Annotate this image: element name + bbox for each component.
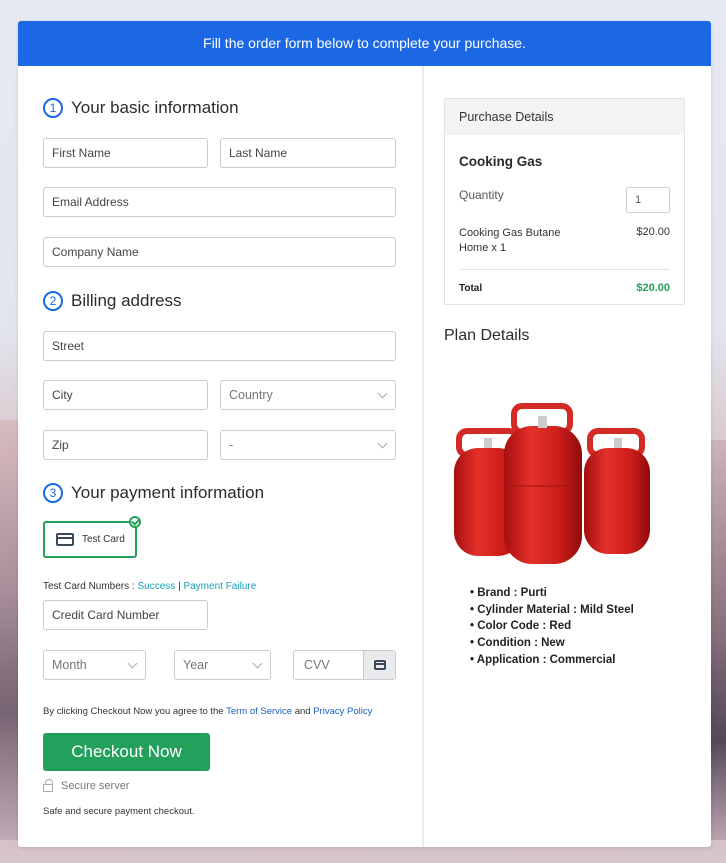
- line-item-name-line1: Cooking Gas Butane: [459, 227, 561, 239]
- total-label: Total: [459, 283, 483, 294]
- purchase-details-panel: Purchase Details Cooking Gas Quantity 1 …: [444, 98, 685, 305]
- step-number-3: 3: [43, 483, 63, 503]
- section-title-text: Your payment information: [71, 483, 265, 502]
- feature-item: Brand : Purti: [470, 585, 634, 602]
- total-value: $20.00: [636, 282, 670, 294]
- success-link[interactable]: Success: [137, 581, 175, 592]
- privacy-policy-link[interactable]: Privacy Policy: [313, 706, 372, 717]
- plan-details-title: Plan Details: [444, 327, 530, 344]
- chevron-down-icon: [252, 658, 263, 669]
- test-card-numbers: Test Card Numbers : Success | Payment Fa…: [43, 581, 256, 592]
- credit-card-icon: [56, 533, 74, 546]
- zip-input[interactable]: Zip: [43, 430, 208, 460]
- gas-cylinders-image: [454, 403, 650, 564]
- month-select[interactable]: Month: [43, 650, 146, 680]
- link-separator: |: [178, 581, 181, 592]
- line-item-price: $20.00: [636, 226, 670, 238]
- step-number-2: 2: [43, 291, 63, 311]
- summary-column: Purchase Details Cooking Gas Quantity 1 …: [424, 66, 711, 847]
- check-circle-icon: [129, 516, 141, 528]
- country-select-value: Country: [229, 388, 273, 402]
- payment-method-test-card[interactable]: Test Card: [43, 516, 141, 558]
- chevron-down-icon: [127, 658, 138, 669]
- line-item-name-line2: Home x 1: [459, 242, 507, 254]
- credit-card-number-input[interactable]: Credit Card Number: [43, 600, 208, 630]
- state-select-value: -: [229, 438, 234, 452]
- state-select[interactable]: -: [220, 430, 396, 460]
- test-card-numbers-label: Test Card Numbers :: [43, 581, 135, 592]
- header-banner: Fill the order form below to complete yo…: [18, 21, 711, 66]
- line-item-name: Cooking Gas Butane Home x 1: [459, 226, 579, 256]
- cvv-input[interactable]: CVV: [293, 650, 396, 680]
- year-select[interactable]: Year: [174, 650, 271, 680]
- first-name-input[interactable]: First Name: [43, 138, 208, 168]
- summary-divider: [459, 269, 670, 270]
- checkout-now-button[interactable]: Checkout Now: [43, 733, 210, 771]
- cvv-card-button[interactable]: [363, 651, 395, 679]
- terms-agreement: By clicking Checkout Now you agree to th…: [43, 706, 372, 717]
- year-select-value: Year: [183, 658, 209, 672]
- street-input[interactable]: Street: [43, 331, 396, 361]
- cylinder-right: [584, 428, 650, 554]
- cvv-placeholder: CVV: [304, 658, 330, 672]
- quantity-input[interactable]: 1: [626, 187, 670, 213]
- section-billing-title: 2 Billing address: [43, 291, 182, 311]
- feature-item: Cylinder Material : Mild Steel: [470, 602, 634, 619]
- secure-server-label: Secure server: [61, 780, 130, 792]
- purchase-details-header: Purchase Details: [445, 99, 684, 135]
- email-input[interactable]: Email Address: [43, 187, 396, 217]
- payment-method-label: Test Card: [82, 534, 125, 545]
- order-form-card: Fill the order form below to complete yo…: [18, 21, 711, 847]
- agreement-and: and: [294, 706, 311, 717]
- product-name: Cooking Gas: [459, 154, 543, 169]
- agreement-text: By clicking Checkout Now you agree to th…: [43, 706, 224, 717]
- form-column: 1 Your basic information First Name Last…: [18, 66, 422, 847]
- country-select[interactable]: Country: [220, 380, 396, 410]
- credit-card-icon: [373, 660, 386, 670]
- section-title-text: Your basic information: [71, 98, 239, 117]
- step-number-1: 1: [43, 98, 63, 118]
- terms-of-service-link[interactable]: Term of Service: [226, 706, 292, 717]
- feature-item: Application : Commercial: [470, 652, 634, 669]
- safe-checkout-text: Safe and secure payment checkout.: [43, 806, 195, 817]
- chevron-down-icon: [377, 388, 388, 399]
- lock-icon: [43, 779, 53, 792]
- section-basic-info-title: 1 Your basic information: [43, 98, 239, 118]
- payment-failure-link[interactable]: Payment Failure: [183, 581, 256, 592]
- city-input[interactable]: City: [43, 380, 208, 410]
- section-title-text: Billing address: [71, 291, 182, 310]
- feature-item: Condition : New: [470, 635, 634, 652]
- plan-features-list: Brand : Purti Cylinder Material : Mild S…: [470, 585, 634, 669]
- secure-server-note: Secure server: [43, 779, 130, 792]
- cylinder-center: [504, 403, 582, 564]
- last-name-input[interactable]: Last Name: [220, 138, 396, 168]
- quantity-label: Quantity: [459, 188, 504, 202]
- company-name-input[interactable]: Company Name: [43, 237, 396, 267]
- month-select-value: Month: [52, 658, 87, 672]
- feature-item: Color Code : Red: [470, 618, 634, 635]
- chevron-down-icon: [377, 438, 388, 449]
- section-payment-title: 3 Your payment information: [43, 483, 264, 503]
